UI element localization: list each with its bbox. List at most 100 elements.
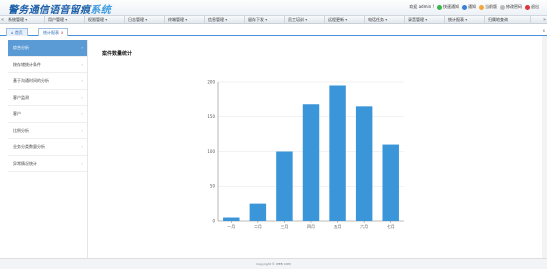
- x-tick-label: 三月: [280, 224, 288, 229]
- close-icon[interactable]: x: [61, 30, 63, 35]
- sidebar-item-label: 基于沟通时间的分析: [13, 78, 49, 83]
- message-icon: [462, 4, 467, 10]
- chevron-right-icon: ›: [81, 94, 83, 100]
- chevron-down-icon: ▾: [24, 17, 28, 22]
- sidebar-item[interactable]: 业务分类数量分析 ›: [8, 139, 87, 156]
- bar: [249, 203, 267, 221]
- nav-item-label: 员工培训: [288, 17, 304, 22]
- nav-item[interactable]: 系统管理 ▾: [5, 16, 45, 24]
- nav-item-label: 日志管理: [128, 17, 144, 22]
- x-tick-label: 二月: [254, 224, 262, 229]
- nav-scroll-right-icon[interactable]: »: [543, 17, 546, 23]
- sidebar-item-label: 客户: [13, 111, 21, 116]
- bar: [355, 106, 373, 221]
- header-toolbar: 欢迎 admin ! 快速通知 通知 当前版 修改密码 退出: [409, 4, 539, 10]
- quick-notice-link[interactable]: 快速通知: [437, 4, 459, 10]
- nav-item[interactable]: 用户管理 ▾: [45, 16, 85, 24]
- sidebar-item[interactable]: 按存储统计条件 ›: [8, 57, 87, 73]
- sidebar-item[interactable]: 异常情况统计 ›: [8, 156, 87, 172]
- chevron-down-icon: ▾: [224, 17, 228, 22]
- nav-scroll-left-icon[interactable]: «: [1, 17, 4, 23]
- sidebar-item[interactable]: 基于沟通时间的分析 ›: [8, 73, 87, 90]
- nav-item-label: 统计报表: [448, 17, 464, 22]
- sidebar-item-label: 异常情况统计: [13, 160, 37, 166]
- chevron-down-icon: ▾: [184, 17, 188, 22]
- x-tick-label: 一月: [227, 224, 235, 229]
- sidebar-item-label: 按存储统计条件: [13, 61, 41, 67]
- nav-item-label: 归属地查询: [488, 17, 508, 22]
- sidebar-item-label: 综合分析: [13, 45, 29, 50]
- welcome-text: 欢迎 admin !: [409, 4, 434, 9]
- sidebar-item-label: 比例分析: [13, 127, 29, 133]
- notice-link[interactable]: 通知: [462, 4, 476, 10]
- current-version-link[interactable]: 当前版: [479, 4, 497, 10]
- close-all-tabs-icon[interactable]: x: [543, 28, 545, 33]
- tab-home[interactable]: ⌂ 首页: [6, 28, 28, 36]
- nav-item[interactable]: 日志管理 ▾: [125, 16, 165, 24]
- sidebar-item[interactable]: 综合分析 ›: [8, 40, 87, 57]
- chevron-down-icon: ▾: [144, 17, 148, 22]
- nav-item[interactable]: 归属地查询: [485, 16, 531, 24]
- nav-item[interactable]: 员工培训 ▾: [285, 16, 325, 24]
- chevron-down-icon: ▾: [264, 17, 268, 22]
- y-tick-label: 150: [207, 114, 215, 119]
- chevron-right-icon: ›: [81, 127, 83, 133]
- app-header: 警务通信语音留痕系统 欢迎 admin ! 快速通知 通知 当前版 修改密码 退…: [0, 0, 547, 16]
- chevron-down-icon: ▾: [304, 17, 308, 22]
- bar: [382, 144, 399, 221]
- footer: Copyright © WEB COM: [0, 258, 547, 269]
- chevron-right-icon: ›: [81, 45, 83, 50]
- nav-item[interactable]: 信息管理 ▾: [205, 16, 245, 24]
- chevron-right-icon: ›: [81, 111, 83, 116]
- sidebar-item[interactable]: 客户 ›: [8, 106, 87, 123]
- notice-icon: [437, 4, 442, 10]
- nav-item-label: 用户管理: [48, 17, 64, 22]
- x-tick-label: 五月: [334, 224, 342, 229]
- sidebar-item[interactable]: 客户监测 ›: [8, 90, 87, 106]
- nav-item-label: 信息管理: [208, 17, 224, 22]
- nav-item[interactable]: 终端管理 ▾: [165, 16, 205, 24]
- chevron-right-icon: ›: [81, 160, 83, 166]
- nav-item-label: 权限管理: [88, 17, 104, 22]
- case-count-chart: 0 50 100 150 200 一月 二月 三月 四月 五月 六月 七月: [207, 79, 404, 229]
- tabs-bar: ⌂ 首页 统计报表 x x: [0, 27, 547, 36]
- sidebar-item[interactable]: 比例分析 ›: [8, 123, 87, 139]
- nav-item[interactable]: 留存下发 ▾: [245, 16, 285, 24]
- nav-item[interactable]: 电话任务 ▾: [365, 16, 405, 24]
- chevron-down-icon: ▾: [424, 17, 428, 22]
- nav-item-label: 远程更新: [328, 17, 344, 22]
- y-tick-label: 100: [207, 149, 215, 154]
- chart-title: 案件数量统计: [102, 51, 133, 57]
- app-logo: 警务通信语音留痕系统: [8, 5, 112, 16]
- y-tick-label: 50: [210, 184, 216, 189]
- nav-item[interactable]: 权限管理 ▾: [85, 16, 125, 24]
- nav-item[interactable]: 录音管理 ▾: [405, 16, 445, 24]
- bar: [329, 85, 346, 221]
- nav-item[interactable]: 统计报表 ▾: [445, 16, 485, 24]
- nav-item-label: 电话任务: [368, 17, 384, 22]
- chevron-down-icon: ▾: [344, 17, 348, 22]
- y-tick-label: 0: [212, 218, 215, 223]
- sidebar-item-label: 业务分类数量分析: [13, 144, 45, 149]
- nav-item[interactable]: 远程更新 ▾: [325, 16, 365, 24]
- nav-item-label: 留存下发: [248, 17, 264, 22]
- power-icon: [525, 4, 530, 10]
- bar: [223, 217, 240, 221]
- change-password-link[interactable]: 修改密码: [500, 4, 522, 10]
- logout-link[interactable]: 退出: [525, 4, 539, 10]
- scrollbar[interactable]: [542, 36, 547, 258]
- bar: [276, 151, 293, 221]
- x-tick-label: 四月: [307, 224, 315, 229]
- chevron-right-icon: ›: [81, 144, 83, 149]
- chevron-down-icon: ▾: [464, 17, 468, 22]
- version-icon: [479, 4, 484, 10]
- chevron-down-icon: ▾: [64, 17, 68, 22]
- tab-statistics[interactable]: 统计报表 x: [38, 28, 69, 36]
- x-tick-label: 六月: [360, 223, 368, 229]
- report-sidebar: 综合分析 › 按存储统计条件 › 基于沟通时间的分析 › 客户监测 › 客户 › 比例分析 › 业务分类…: [8, 40, 88, 258]
- chevron-down-icon: ▾: [384, 17, 388, 22]
- chevron-right-icon: ›: [81, 61, 83, 67]
- chevron-down-icon: ▾: [104, 17, 108, 22]
- chevron-right-icon: ›: [81, 78, 83, 83]
- nav-item-label: 系统管理: [8, 17, 24, 22]
